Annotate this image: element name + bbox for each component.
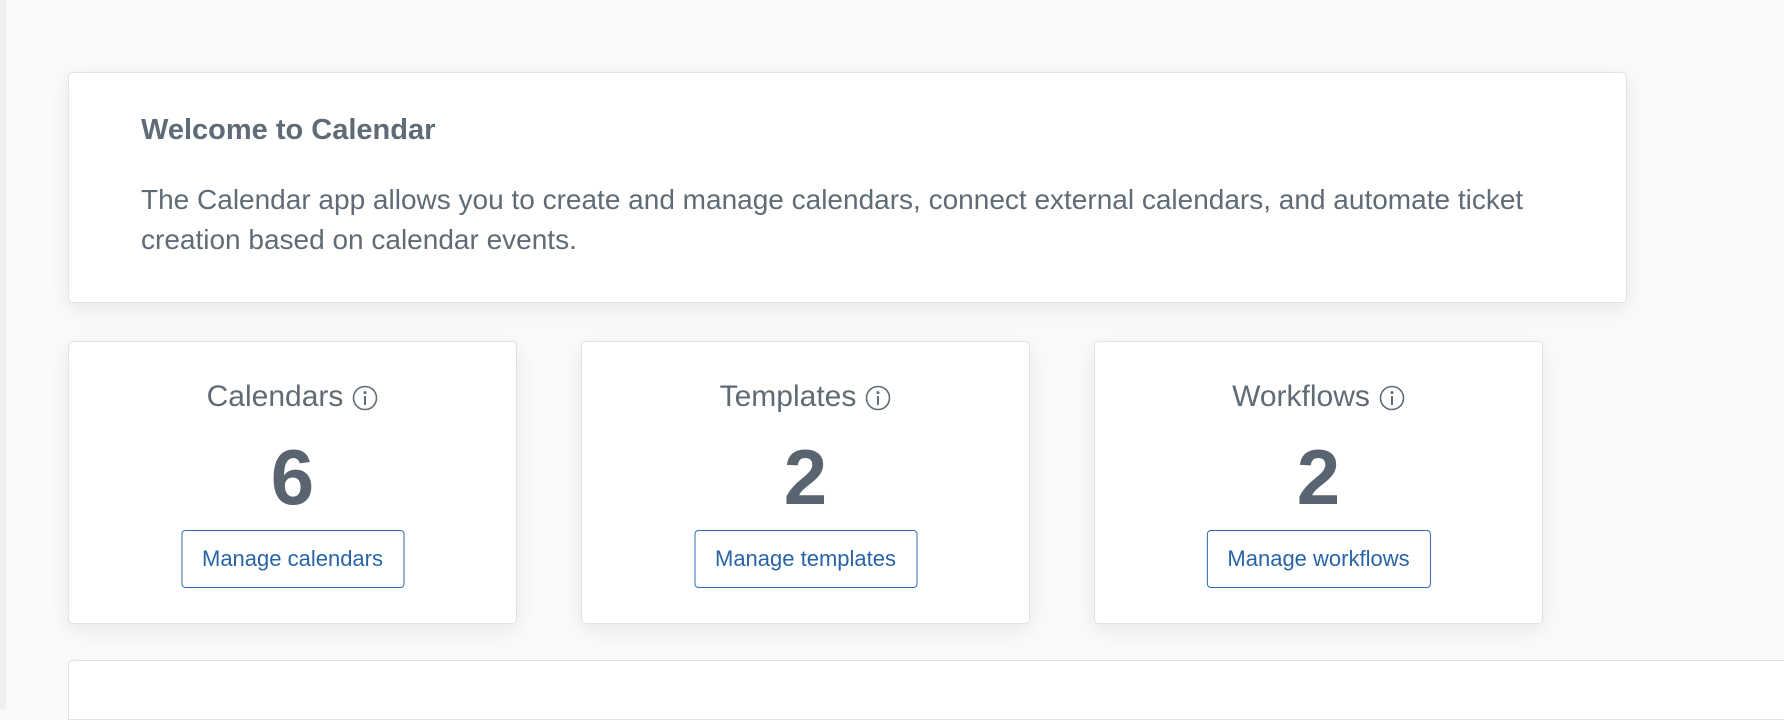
info-icon[interactable] (865, 385, 891, 411)
templates-card: Templates 2 Manage templates (581, 341, 1030, 624)
manage-templates-button[interactable]: Manage templates (694, 530, 917, 588)
calendars-count: 6 (270, 433, 315, 521)
manage-workflows-button[interactable]: Manage workflows (1206, 530, 1431, 588)
workflows-label: Workflows (1232, 380, 1370, 413)
workflows-label-row: Workflows (1095, 382, 1542, 412)
templates-count: 2 (783, 433, 828, 521)
left-edge-strip (0, 0, 6, 710)
info-icon[interactable] (1379, 385, 1405, 411)
welcome-description: The Calendar app allows you to create an… (141, 183, 1524, 255)
welcome-card: Welcome to Calendar The Calendar app all… (68, 72, 1627, 303)
workflows-card: Workflows 2 Manage workflows (1094, 341, 1543, 624)
calendars-card: Calendars 6 Manage calendars (68, 341, 517, 624)
templates-label: Templates (719, 380, 857, 413)
welcome-title: Welcome to Calendar (141, 114, 436, 146)
calendars-label-row: Calendars (69, 382, 516, 412)
templates-label-row: Templates (582, 382, 1029, 412)
next-panel (68, 660, 1784, 720)
calendars-label: Calendars (206, 380, 344, 413)
info-icon[interactable] (352, 385, 378, 411)
manage-calendars-button[interactable]: Manage calendars (180, 530, 405, 588)
workflows-count: 2 (1296, 433, 1341, 521)
